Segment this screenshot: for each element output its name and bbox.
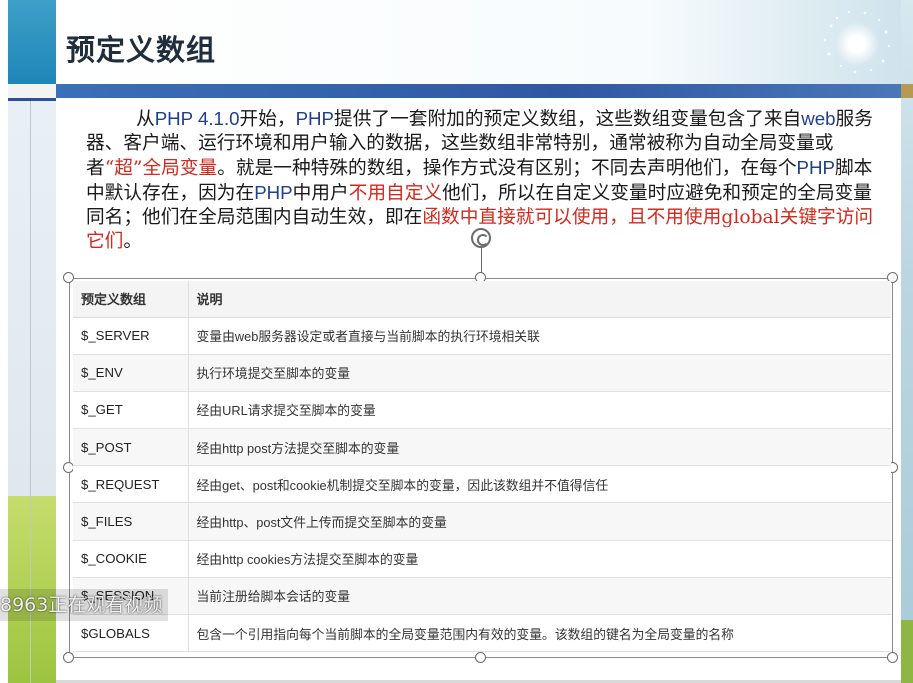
array-description-cell: 经由get、post和cookie机制提交至脚本的变量，因此该数组并不值得信任 (188, 465, 891, 504)
table-row: $_COOKIE 经由http cookies方法提交至脚本的变量 (73, 540, 891, 578)
array-description-cell: 经由URL请求提交至脚本的变量 (188, 391, 891, 430)
intro-segment: “超”全局变量 (104, 158, 218, 179)
intro-segment: 不用自定义 (348, 183, 443, 204)
resize-handle-bottom-right[interactable] (887, 652, 898, 663)
intro-segment: 从 (136, 109, 155, 130)
predefined-arrays-table: 预定义数组 说明 $_SERVER 变量由web服务器设定或者直接与当前脚本的执行… (73, 281, 891, 653)
table-row: $_GET 经由URL请求提交至脚本的变量 (73, 391, 891, 430)
array-name-cell: $_COOKIE (73, 540, 189, 578)
column-header-description: 说明 (188, 281, 891, 318)
array-name-cell: $_SERVER (73, 317, 189, 355)
array-description-cell: 包含一个引用指向每个当前脚本的全局变量范围内有效的变量。该数组的键名为全局变量的… (188, 614, 891, 653)
intro-segment: PHP 4.1.0 (154, 108, 240, 129)
left-decor-strip (0, 0, 56, 683)
table-row: $_REQUEST 经由get、post和cookie机制提交至脚本的变量，因此该… (73, 465, 891, 504)
intro-segment: 开始， (239, 109, 296, 130)
resize-handle-bottom-middle[interactable] (475, 652, 486, 663)
page-title: 预定义数组 (66, 33, 217, 67)
array-description-cell: 经由http cookies方法提交至脚本的变量 (188, 540, 891, 578)
array-name-cell: $_POST (73, 428, 189, 467)
intro-segment: 中用户 (292, 183, 349, 204)
array-name-cell: $_REQUEST (73, 465, 189, 504)
array-name-cell: $_ENV (73, 354, 189, 392)
table-row: $_POST 经由http post方法提交至脚本的变量 (73, 428, 891, 467)
viewer-count-overlay: 8963正在观看视频 (0, 589, 169, 621)
column-header-array: 预定义数组 (73, 281, 189, 318)
intro-segment: PHP (254, 182, 293, 203)
table-header-row: 预定义数组 说明 (73, 281, 891, 318)
array-description-cell: 变量由web服务器设定或者直接与当前脚本的执行环境相关联 (188, 317, 891, 355)
intro-segment: PHP (295, 108, 335, 129)
array-description-cell: 经由http post方法提交至脚本的变量 (188, 428, 891, 467)
table-row: $GLOBALS 包含一个引用指向每个当前脚本的全局变量范围内有效的变量。该数组的… (73, 614, 891, 653)
intro-segment: 。就是一种特殊的数组，操作方式没有区别；不同去声明他们，在每个 (217, 158, 797, 179)
resize-handle-bottom-left[interactable] (63, 652, 74, 663)
array-name-cell: $_FILES (73, 502, 189, 541)
intro-segment: 提供了一套附加的预定义数组，这些数组变量包含了来自 (334, 109, 802, 130)
array-description-cell: 经由http、post文件上传而提交至脚本的变量 (188, 502, 891, 541)
array-description-cell: 当前注册给脚本会话的变量 (188, 577, 891, 616)
intro-segment: global (721, 207, 780, 228)
intro-segment: 函数中直接就可以使用，且不用使用 (422, 207, 722, 228)
table-row: $_SERVER 变量由web服务器设定或者直接与当前脚本的执行环境相关联 (73, 317, 891, 355)
table-row: $_FILES 经由http、post文件上传而提交至脚本的变量 (73, 502, 891, 541)
title-bar (56, 84, 901, 98)
intro-segment: 。 (123, 231, 143, 252)
array-description-cell: 执行环境提交至脚本的变量 (188, 354, 891, 392)
table-row: $_ENV 执行环境提交至脚本的变量 (73, 354, 891, 392)
slide-canvas: 预定义数组 从PHP 4.1.0开始，PHP提供了一套附加的预定义数组，这些数组 (0, 0, 913, 683)
sparkle-icon (823, 10, 891, 74)
rotate-handle-icon[interactable] (471, 228, 491, 248)
intro-segment: PHP (796, 157, 835, 178)
array-name-cell: $_GET (73, 391, 189, 430)
intro-segment: web (801, 108, 836, 129)
rotate-connector (481, 247, 482, 274)
table-row: $_SESSION 当前注册给脚本会话的变量 (73, 577, 891, 616)
slide-header: 预定义数组 (56, 0, 901, 84)
right-decor-strip (901, 0, 913, 683)
